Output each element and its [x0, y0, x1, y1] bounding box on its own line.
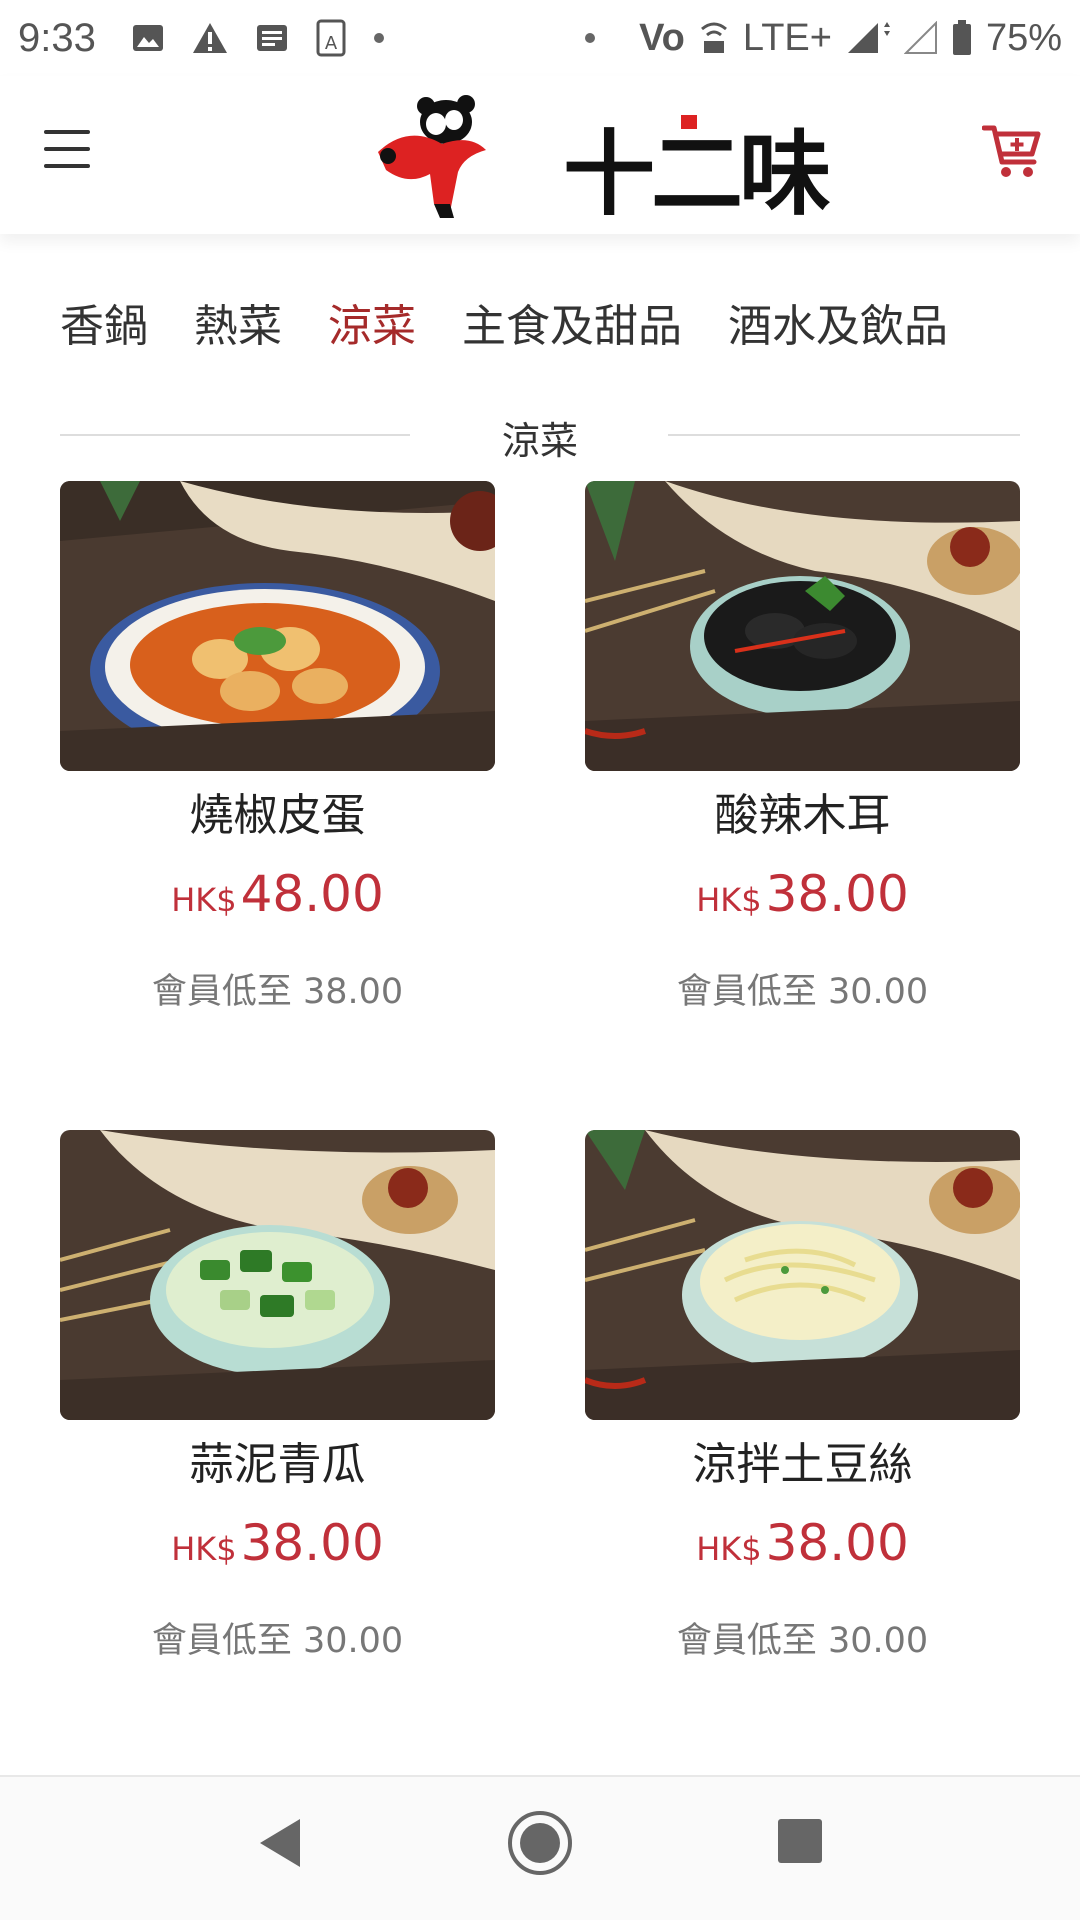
product-card[interactable]: 酸辣木耳 HK$38.00 會員低至 30.00: [585, 481, 1020, 1014]
product-image[interactable]: [60, 481, 495, 771]
warning-icon: [192, 22, 228, 54]
tab-staples-desserts[interactable]: 主食及甜品: [462, 290, 682, 354]
text-icon: A: [316, 19, 346, 57]
product-price: HK$38.00: [585, 1514, 1020, 1578]
price-amount: 38.00: [765, 865, 909, 923]
tab-hot-pot[interactable]: 香鍋: [60, 290, 148, 354]
battery-icon: [952, 20, 972, 56]
member-price: 會員低至 30.00: [676, 972, 929, 1012]
menu-icon-bar: [44, 164, 90, 168]
panda-mascot-icon: [378, 95, 486, 218]
product-image[interactable]: [585, 481, 1020, 771]
divider-right: [668, 434, 1020, 436]
menu-icon-bar: [44, 147, 90, 151]
product-card[interactable]: 燒椒皮蛋 HK$48.00 會員低至 38.00: [60, 481, 495, 1014]
section-title: 涼菜: [501, 419, 578, 463]
tab-hot-dishes[interactable]: 熱菜: [194, 290, 282, 354]
menu-icon-bar: [44, 130, 90, 134]
network-type: LTE+: [742, 16, 832, 59]
app-header: 十二味: [0, 76, 1080, 234]
product-price: HK$48.00: [60, 865, 495, 929]
product-name: 燒椒皮蛋: [189, 790, 366, 841]
member-price: 會員低至 30.00: [151, 1621, 404, 1661]
notification-dot: [373, 33, 384, 43]
product-name: 涼拌土豆絲: [692, 1439, 913, 1490]
svg-text:A: A: [325, 33, 338, 54]
price-currency: HK$: [171, 1530, 237, 1568]
cart-button[interactable]: [981, 124, 1042, 180]
volte-label: Vo: [639, 16, 685, 59]
product-price: HK$38.00: [585, 865, 1020, 929]
signal-empty-icon: [903, 21, 938, 55]
image-icon: [132, 24, 164, 52]
status-bar: 9:33 A Vo LTE+ 75%: [0, 0, 1080, 76]
member-price: 會員低至 38.00: [151, 972, 404, 1012]
category-tabs: 香鍋 熱菜 涼菜 主食及甜品 酒水及飲品: [60, 290, 948, 354]
system-nav-bar: [0, 1775, 1080, 1920]
price-amount: 38.00: [765, 1514, 909, 1572]
product-card[interactable]: 蒜泥青瓜 HK$38.00 會員低至 30.00: [60, 1130, 495, 1663]
logo-red-mark: [681, 115, 697, 129]
product-price: HK$38.00: [60, 1514, 495, 1578]
price-currency: HK$: [171, 881, 237, 919]
back-button[interactable]: [254, 1815, 304, 1875]
tab-cold-dishes[interactable]: 涼菜: [328, 290, 416, 354]
status-right: Vo LTE+ 75%: [585, 17, 1062, 60]
battery-percent: 75%: [985, 16, 1062, 59]
status-time: 9:33: [18, 15, 96, 60]
section-header: 涼菜: [60, 406, 1020, 463]
home-button[interactable]: [506, 1809, 574, 1881]
product-card[interactable]: 涼拌土豆絲 HK$38.00 會員低至 30.00: [585, 1130, 1020, 1663]
signal-icon: [846, 21, 890, 55]
product-name: 蒜泥青瓜: [189, 1439, 366, 1490]
price-currency: HK$: [696, 1530, 762, 1568]
news-icon: [256, 24, 288, 52]
cart-plus-icon: [981, 125, 1041, 177]
price-amount: 48.00: [240, 865, 384, 923]
wifi-call-icon: [699, 21, 729, 55]
brand-logo[interactable]: 十二味: [368, 94, 848, 228]
notification-dot-right: [585, 33, 596, 43]
menu-button[interactable]: [44, 130, 90, 170]
member-price: 會員低至 30.00: [676, 1621, 929, 1661]
product-name: 酸辣木耳: [714, 790, 891, 841]
price-amount: 38.00: [240, 1514, 384, 1572]
recents-button[interactable]: [776, 1817, 824, 1869]
recents-icon: [778, 1819, 822, 1863]
back-icon: [260, 1819, 300, 1867]
product-image[interactable]: [60, 1130, 495, 1420]
product-image[interactable]: [585, 1130, 1020, 1420]
price-currency: HK$: [696, 881, 762, 919]
home-icon: [508, 1811, 572, 1875]
tab-drinks[interactable]: 酒水及飲品: [728, 290, 948, 354]
